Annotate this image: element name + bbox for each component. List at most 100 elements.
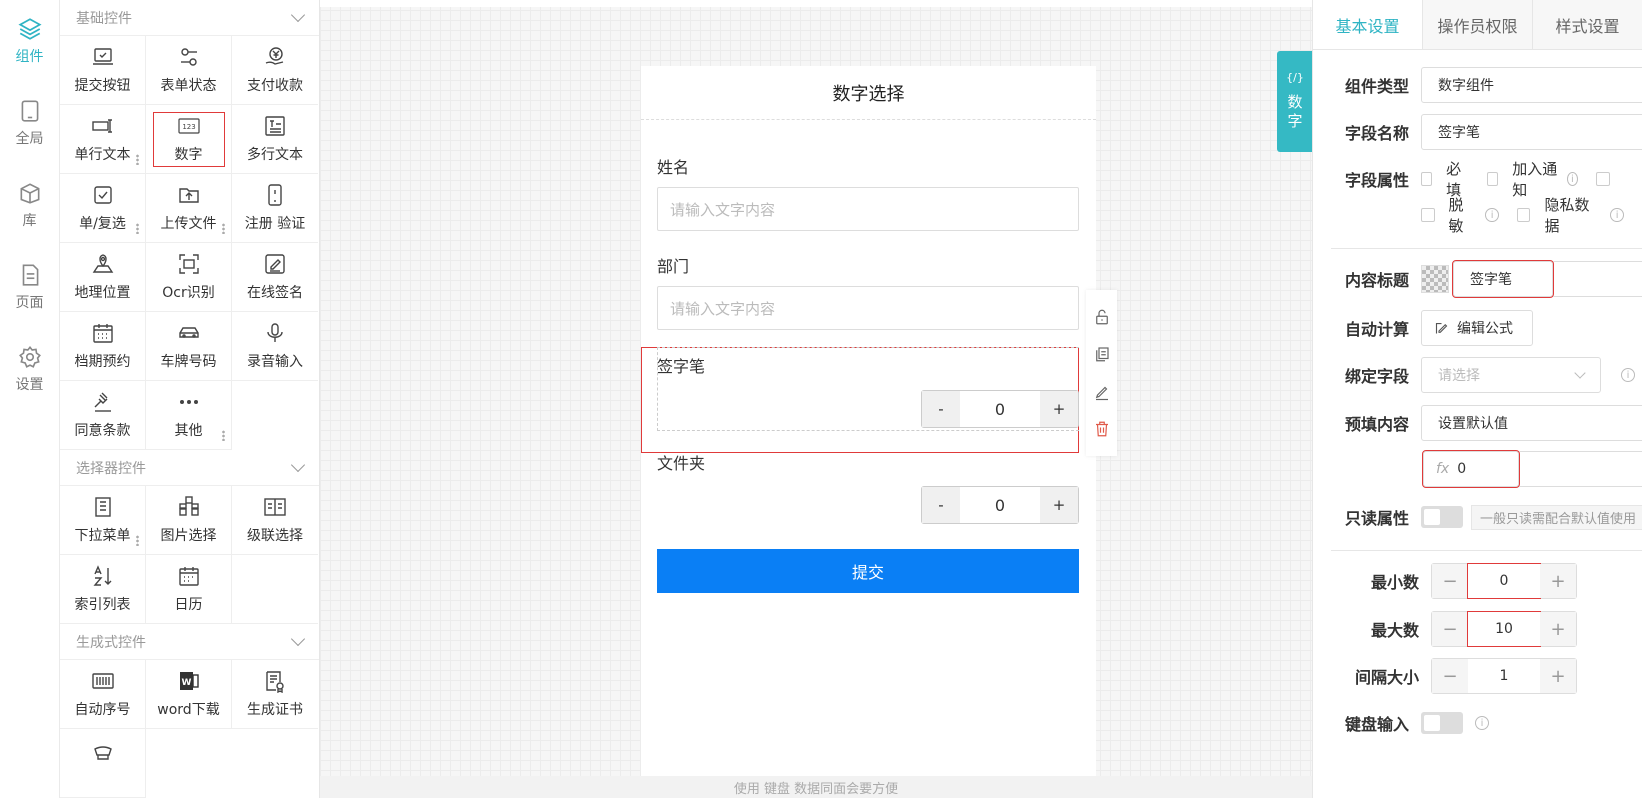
copy-icon[interactable] (1093, 345, 1111, 363)
control-payment[interactable]: 支付收款 (232, 36, 318, 105)
keyboard-toggle[interactable] (1421, 712, 1463, 734)
increment-button[interactable]: + (1540, 612, 1576, 646)
submit-button[interactable]: 提交 (657, 549, 1079, 593)
drag-handle-icon[interactable] (136, 535, 139, 546)
folder-number-stepper: - 0 + (921, 486, 1079, 524)
control-label: 地理位置 (74, 285, 131, 301)
decrement-button[interactable]: − (1432, 612, 1468, 646)
checkbox-icon (93, 186, 112, 204)
control-location[interactable]: 地理位置 (60, 243, 146, 312)
control-image-select[interactable]: 图片选择 (146, 486, 232, 555)
control-upload-file[interactable]: 上传文件 (146, 174, 232, 243)
drag-handle-icon[interactable] (136, 154, 139, 165)
field-label-folder: 文件夹 (657, 454, 706, 473)
increment-button[interactable]: + (1040, 487, 1078, 523)
control-form-status[interactable]: 表单状态 (146, 36, 232, 105)
field-label-department: 部门 (657, 257, 690, 276)
decrement-button[interactable]: − (1432, 564, 1468, 598)
edit-pen-icon[interactable] (1093, 383, 1111, 401)
tab-operator-permissions[interactable]: 操作员权限 (1423, 0, 1533, 49)
increment-button[interactable]: + (1040, 391, 1078, 427)
control-label: 级联选择 (247, 528, 303, 544)
drag-handle-icon[interactable] (222, 223, 225, 234)
control-number[interactable]: 123 数字 (146, 105, 232, 174)
box-icon (20, 183, 39, 204)
control-checkbox-radio[interactable]: 单/复选 (60, 174, 146, 243)
formula-extra[interactable] (1519, 451, 1642, 487)
control-calendar[interactable]: 日历 (146, 555, 232, 624)
control-register-verify[interactable]: 注册 验证 (232, 174, 318, 243)
readonly-toggle[interactable] (1421, 506, 1463, 528)
component-type-field[interactable]: 数字组件 (1421, 67, 1642, 103)
control-schedule[interactable]: 档期预约 (60, 312, 146, 381)
step-value[interactable]: 1 (1468, 668, 1540, 684)
control-label: 同意条款 (74, 423, 131, 439)
drag-handle-icon[interactable] (136, 223, 139, 234)
stepper-value[interactable]: 0 (960, 496, 1040, 515)
section-header-selector[interactable]: 选择器控件 (60, 450, 319, 486)
canvas-bottom-hint: 使用 键盘 数据同面会要方便 (320, 776, 1312, 798)
department-input[interactable]: 请输入文字内容 (657, 286, 1079, 330)
decrement-button[interactable]: - (922, 487, 960, 523)
chevron-down-icon (290, 7, 306, 23)
control-more-generated[interactable] (60, 729, 146, 798)
control-label: 注册 验证 (244, 216, 306, 232)
decrement-button[interactable]: - (922, 391, 960, 427)
control-label: 单/复选 (79, 216, 126, 232)
trash-icon[interactable] (1093, 420, 1111, 438)
scan-icon (178, 254, 199, 274)
control-single-line-text[interactable]: 单行文本 (60, 105, 146, 174)
rail-item-settings[interactable]: 设置 (0, 328, 59, 410)
rail-item-global[interactable]: 全局 (0, 82, 59, 164)
control-auto-serial[interactable]: 自动序号 (60, 660, 146, 729)
chevron-down-icon (290, 457, 306, 473)
drag-handle-icon[interactable] (222, 430, 225, 441)
extra-checkbox[interactable] (1596, 172, 1624, 186)
section-header-generated[interactable]: 生成式控件 (60, 624, 319, 660)
field-name-input[interactable]: 签字笔 (1421, 114, 1642, 150)
formula-input[interactable]: fx 0 (1422, 450, 1520, 488)
max-value[interactable]: 10 (1467, 611, 1541, 647)
row-auto-calc: 自动计算 编辑公式 (1345, 310, 1533, 346)
content-title-input[interactable]: 签字笔 (1452, 260, 1554, 298)
name-input[interactable]: 请输入文字内容 (657, 187, 1079, 231)
bind-field-select[interactable]: 请选择 (1421, 357, 1601, 393)
content-title-extra[interactable] (1553, 261, 1642, 297)
unlock-icon[interactable] (1093, 308, 1111, 326)
control-license-plate[interactable]: 车牌号码 (146, 312, 232, 381)
control-index-list[interactable]: 索引列表 (60, 555, 146, 624)
control-word-download[interactable]: W word下载 (146, 660, 232, 729)
prefill-select[interactable]: 设置默认值 (1421, 405, 1642, 441)
control-other[interactable]: 其他 (146, 381, 232, 450)
prop-label: 键盘输入 (1345, 715, 1410, 734)
color-swatch[interactable] (1421, 265, 1449, 293)
control-multi-line-text[interactable]: 多行文本 (232, 105, 318, 174)
control-generate-certificate[interactable]: 生成证书 (232, 660, 318, 729)
rail-item-components[interactable]: 组件 (0, 0, 59, 82)
rail-item-pages[interactable]: 页面 (0, 246, 59, 328)
component-type-tag[interactable]: {/} 数 字 (1277, 51, 1313, 152)
field-toolbar (1086, 290, 1117, 456)
control-label: 自动序号 (74, 702, 131, 718)
private-data-checkbox[interactable]: 隐私数据 i (1516, 194, 1624, 236)
rail-item-library[interactable]: 库 (0, 164, 59, 246)
control-online-signature[interactable]: 在线签名 (232, 243, 318, 312)
min-value[interactable]: 0 (1467, 563, 1541, 599)
control-submit-button[interactable]: 提交按钮 (60, 36, 146, 105)
tab-style-settings[interactable]: 样式设置 (1533, 0, 1642, 49)
prop-label: 只读属性 (1345, 509, 1410, 528)
tab-basic-settings[interactable]: 基本设置 (1313, 0, 1423, 49)
control-voice-input[interactable]: 录音输入 (232, 312, 318, 381)
info-icon: i (1610, 208, 1624, 222)
increment-button[interactable]: + (1540, 564, 1576, 598)
mask-checkbox[interactable]: 脱敏 i (1421, 194, 1499, 236)
control-agree-terms[interactable]: 同意条款 (60, 381, 146, 450)
stepper-value[interactable]: 0 (960, 400, 1040, 419)
increment-button[interactable]: + (1540, 659, 1576, 693)
section-header-basic[interactable]: 基础控件 (60, 0, 319, 36)
decrement-button[interactable]: − (1432, 659, 1468, 693)
edit-formula-button[interactable]: 编辑公式 (1421, 310, 1533, 346)
control-ocr[interactable]: Ocr识别 (146, 243, 232, 312)
control-dropdown[interactable]: 下拉菜单 (60, 486, 146, 555)
control-cascade-select[interactable]: 级联选择 (232, 486, 318, 555)
